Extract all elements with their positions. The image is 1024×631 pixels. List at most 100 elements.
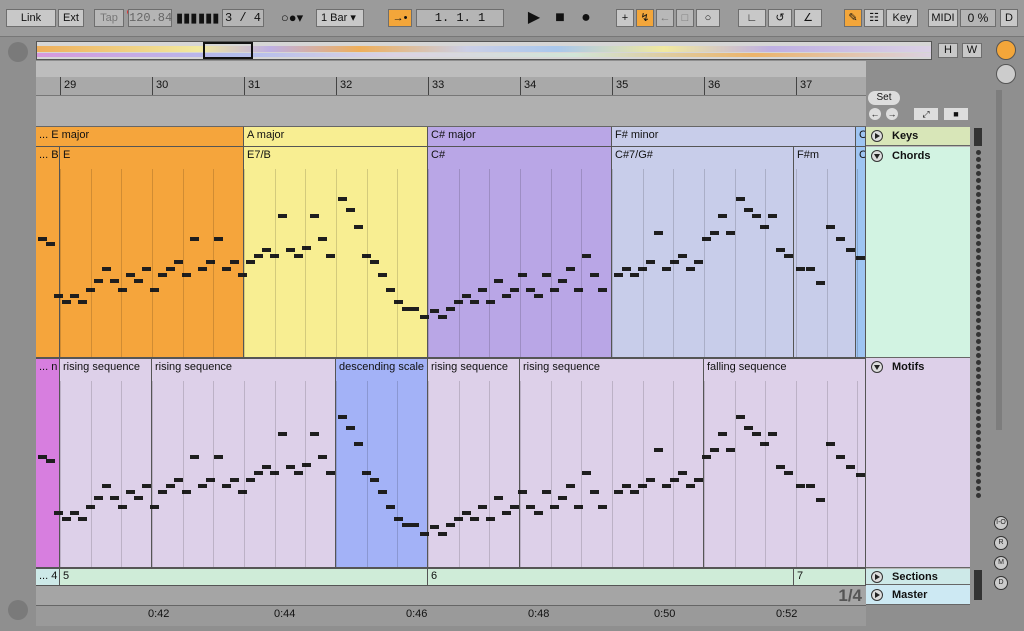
midi-note[interactable] — [294, 471, 303, 476]
midi-note[interactable] — [836, 454, 845, 459]
midi-note[interactable] — [78, 517, 87, 522]
midi-note[interactable] — [542, 490, 551, 495]
midi-note[interactable] — [846, 247, 855, 252]
midi-note[interactable] — [326, 471, 335, 476]
mixer-icon[interactable] — [996, 64, 1016, 84]
menu-icon[interactable] — [996, 40, 1016, 60]
midi-note[interactable] — [222, 266, 231, 271]
midi-note[interactable] — [784, 471, 793, 476]
midi-note[interactable] — [736, 197, 745, 202]
midi-note[interactable] — [174, 260, 183, 265]
midi-note[interactable] — [654, 231, 663, 235]
midi-note[interactable] — [230, 260, 239, 265]
midi-note[interactable] — [46, 458, 55, 463]
midi-note[interactable] — [470, 300, 479, 305]
midi-note[interactable] — [102, 483, 111, 488]
chord-clip[interactable]: ... B — [36, 147, 60, 357]
section-clip[interactable]: 5 — [60, 569, 428, 585]
midi-note[interactable] — [378, 490, 387, 495]
punch-in-icon[interactable]: ∟ — [738, 9, 766, 27]
ext-button[interactable]: Ext — [58, 9, 84, 27]
midi-note[interactable] — [784, 254, 793, 259]
midi-note[interactable] — [94, 496, 103, 501]
midi-note[interactable] — [430, 308, 439, 313]
midi-note[interactable] — [254, 254, 263, 259]
midi-note[interactable] — [726, 231, 735, 235]
midi-note[interactable] — [796, 483, 805, 488]
midi-note[interactable] — [78, 300, 87, 305]
midi-note[interactable] — [166, 483, 175, 488]
midi-note[interactable] — [230, 477, 239, 482]
midi-note[interactable] — [286, 247, 295, 252]
midi-note[interactable] — [614, 273, 623, 277]
help-icon[interactable] — [8, 600, 28, 620]
keys-clip[interactable]: C# major — [428, 127, 612, 146]
midi-note[interactable] — [744, 207, 753, 212]
midi-note[interactable] — [718, 214, 727, 219]
midi-note[interactable] — [502, 510, 511, 515]
midi-note[interactable] — [796, 266, 805, 271]
midi-note[interactable] — [302, 245, 311, 250]
midi-note[interactable] — [286, 465, 295, 470]
midi-note[interactable] — [510, 287, 519, 292]
midi-note[interactable] — [214, 454, 223, 459]
midi-note[interactable] — [582, 254, 591, 259]
midi-note[interactable] — [744, 425, 753, 430]
midi-note[interactable] — [394, 300, 403, 305]
midi-note[interactable] — [174, 477, 183, 482]
io-toggle[interactable]: I-O — [994, 516, 1008, 530]
midi-note[interactable] — [622, 266, 631, 271]
midi-note[interactable] — [582, 471, 591, 476]
midi-note[interactable] — [776, 247, 785, 252]
arrangement-position-field[interactable]: 1. 1. 1 — [416, 9, 504, 27]
midi-note[interactable] — [346, 207, 355, 212]
chord-clip[interactable]: C#7/G# — [612, 147, 794, 357]
midi-note[interactable] — [190, 237, 199, 242]
metronome-bars-icon[interactable]: ▮▮▮ — [176, 9, 197, 27]
back-to-arrangement-icon[interactable]: ← — [656, 9, 674, 27]
midi-note[interactable] — [126, 490, 135, 495]
midi-note[interactable] — [736, 415, 745, 420]
track-header-master[interactable]: Master — [866, 585, 970, 605]
midi-note[interactable] — [198, 483, 207, 488]
track-header-keys[interactable]: Keys — [866, 127, 970, 146]
record-icon[interactable]: ● — [576, 9, 596, 27]
midi-note[interactable] — [302, 463, 311, 467]
midi-note[interactable] — [776, 465, 785, 470]
midi-note[interactable] — [662, 483, 671, 488]
midi-note[interactable] — [836, 237, 845, 242]
midi-note[interactable] — [142, 483, 151, 488]
link-button[interactable]: Link — [6, 9, 56, 27]
expand-icon[interactable]: ⤢ — [914, 108, 938, 120]
midi-note[interactable] — [502, 294, 511, 298]
section-clip[interactable]: ... 4 — [36, 569, 60, 585]
midi-note[interactable] — [646, 260, 655, 265]
midi-note[interactable] — [54, 294, 63, 298]
midi-note[interactable] — [494, 496, 503, 501]
midi-note[interactable] — [478, 287, 487, 292]
midi-note[interactable] — [768, 214, 777, 219]
midi-note[interactable] — [134, 279, 143, 284]
midi-note[interactable] — [370, 477, 379, 482]
midi-note[interactable] — [806, 266, 815, 271]
motif-clip[interactable]: falling sequence — [704, 359, 866, 567]
midi-note[interactable] — [446, 523, 455, 528]
midi-note[interactable] — [510, 504, 519, 509]
follow-button[interactable]: →• — [388, 9, 412, 27]
overview-h-button[interactable]: H — [938, 43, 958, 58]
midi-note[interactable] — [254, 471, 263, 476]
chord-clip[interactable]: F#m — [794, 147, 856, 357]
midi-note[interactable] — [338, 197, 347, 202]
midi-note[interactable] — [526, 287, 535, 292]
midi-note[interactable] — [630, 490, 639, 495]
keys-clip[interactable]: C — [856, 127, 866, 146]
track-header-chords[interactable]: Chords — [866, 147, 970, 358]
metronome-icon[interactable]: ○●▾ — [272, 9, 312, 27]
midi-note[interactable] — [558, 496, 567, 501]
midi-note[interactable] — [598, 287, 607, 292]
keys-clip[interactable]: F# minor — [612, 127, 856, 146]
tempo-field[interactable]: 120.84 — [128, 9, 172, 27]
key-map-button[interactable]: Key — [886, 9, 918, 27]
draw-mode-pencil-icon[interactable]: ✎ — [844, 9, 862, 27]
midi-note[interactable] — [526, 504, 535, 509]
